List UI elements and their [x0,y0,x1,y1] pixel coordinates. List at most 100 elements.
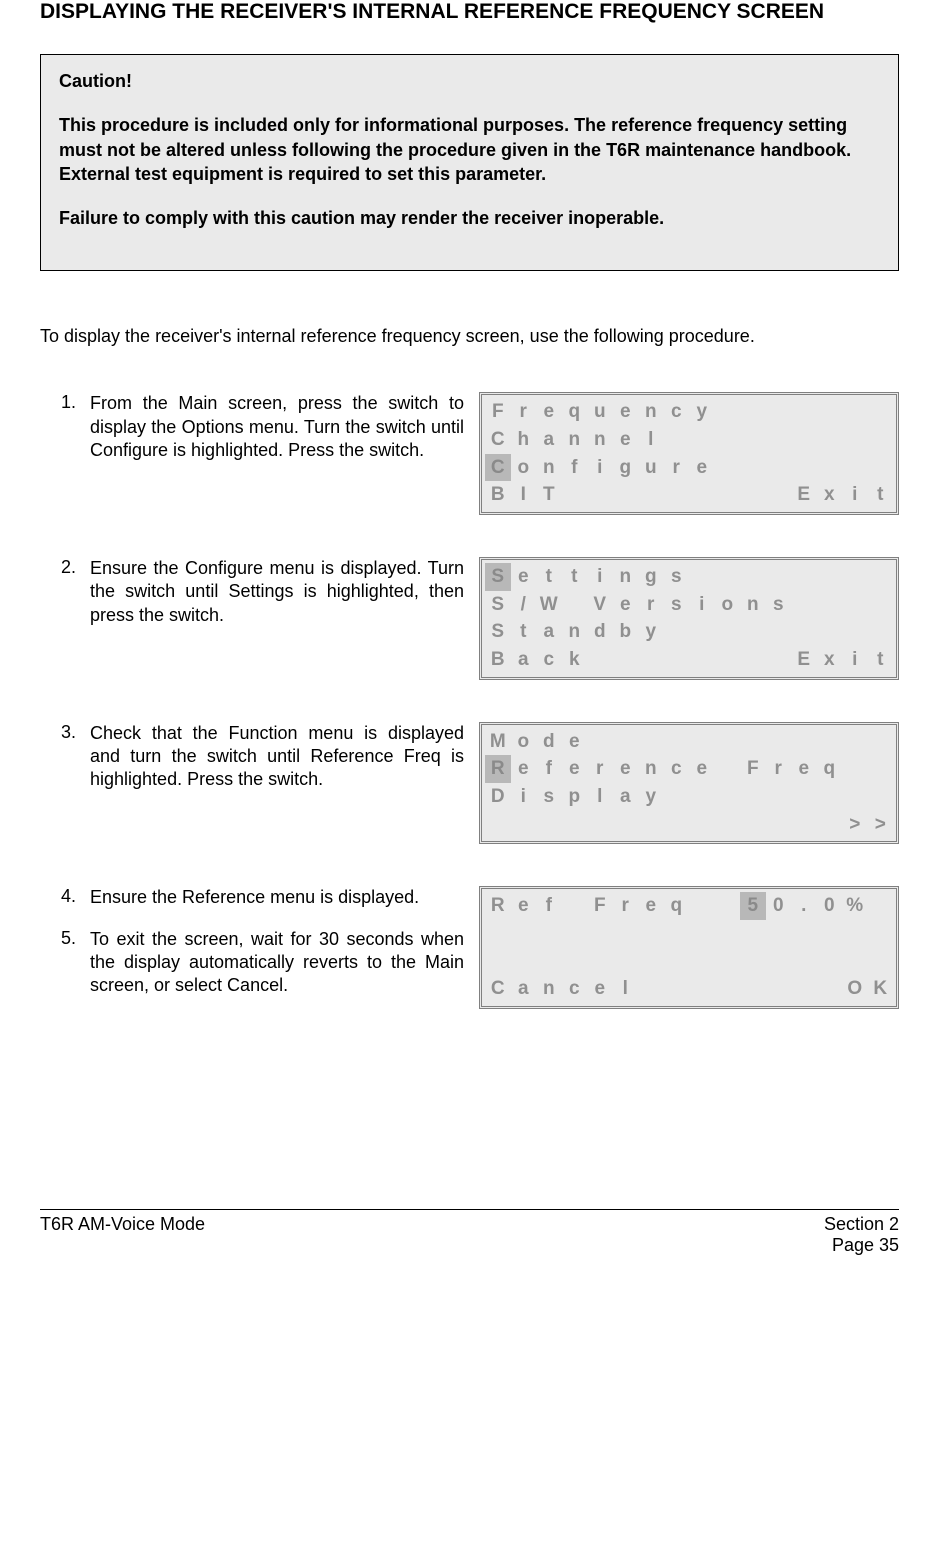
lcd-cell [562,947,588,975]
lcd-cell: > [842,811,868,839]
lcd-cell [715,783,741,811]
lcd-cell: s [766,591,792,619]
lcd-cell [791,811,817,839]
lcd-cell: f [536,755,562,783]
lcd-cell [740,481,766,509]
lcd-cell: e [689,755,715,783]
lcd-cell [664,426,690,454]
lcd-cell: B [485,646,511,674]
lcd-cell [791,591,817,619]
lcd-cell [791,618,817,646]
lcd-cell [868,783,894,811]
lcd-cell: o [511,728,537,756]
lcd-cell [791,398,817,426]
lcd-cell: f [562,454,588,482]
lcd-cell: e [536,398,562,426]
lcd-cell [485,920,511,948]
step-3: 3. Check that the Function menu is displ… [54,722,899,845]
lcd-cell: o [511,454,537,482]
lcd-cell: f [536,892,562,920]
lcd-cell: O [842,975,868,1003]
lcd-cell [587,481,613,509]
lcd-cell [715,481,741,509]
step-number: 4. [54,886,76,909]
lcd-cell [740,398,766,426]
lcd-cell [791,947,817,975]
lcd-cell [740,920,766,948]
lcd-cell [485,947,511,975]
lcd-cell [842,755,868,783]
lcd-cell [536,947,562,975]
lcd-cell: c [664,755,690,783]
lcd-cell: F [485,398,511,426]
lcd-cell: I [511,481,537,509]
step-number: 5. [54,928,76,998]
lcd-cell [562,920,588,948]
lcd-cell: W [536,591,562,619]
lcd-cell: S [485,618,511,646]
lcd-cell [715,728,741,756]
lcd-cell [791,920,817,948]
lcd-cell [817,563,843,591]
lcd-cell: V [587,591,613,619]
lcd-screen-2: Settings S/W Versions Standby Back Exit [479,557,899,680]
lcd-cell [791,426,817,454]
lcd-cell [664,783,690,811]
lcd-cell: r [664,454,690,482]
lcd-cell [791,563,817,591]
lcd-cell: l [587,783,613,811]
lcd-cell [715,426,741,454]
lcd-cell [766,947,792,975]
caution-box: Caution! This procedure is included only… [40,54,899,271]
lcd-cell [638,947,664,975]
lcd-cell: u [587,398,613,426]
lcd-cell [868,398,894,426]
lcd-cell [715,947,741,975]
lcd-row: Cancel OK [485,975,893,1003]
lcd-cell: d [587,618,613,646]
lcd-cell: 0 [766,892,792,920]
lcd-cell [511,947,537,975]
lcd-cell [842,920,868,948]
lcd-cell: t [562,563,588,591]
lcd-cell [868,426,894,454]
lcd-cell: p [562,783,588,811]
step-text: Ensure the Configure menu is displayed. … [90,557,464,627]
lcd-cell [689,975,715,1003]
lcd-cell: e [511,755,537,783]
lcd-cell: i [842,481,868,509]
lcd-cell: R [485,755,511,783]
page-title: DISPLAYING THE RECEIVER'S INTERNAL REFER… [40,0,899,24]
lcd-cell: e [562,755,588,783]
lcd-cell [536,811,562,839]
lcd-cell: a [536,618,562,646]
lcd-cell: q [562,398,588,426]
lcd-cell [536,920,562,948]
lcd-cell: e [562,728,588,756]
step-text: Ensure the Reference menu is displayed. [90,886,419,909]
lcd-cell: o [715,591,741,619]
lcd-cell [638,646,664,674]
lcd-cell: t [868,646,894,674]
lcd-row: Ref Freq 50.0% [485,892,893,920]
lcd-cell: S [485,591,511,619]
lcd-cell: e [791,755,817,783]
lcd-cell: M [485,728,511,756]
lcd-cell [715,618,741,646]
lcd-cell: g [638,563,664,591]
lcd-cell: e [613,426,639,454]
lcd-cell: x [817,481,843,509]
lcd-cell [715,811,741,839]
lcd-cell [664,646,690,674]
lcd-cell: s [536,783,562,811]
lcd-cell: e [689,454,715,482]
lcd-row: Mode [485,728,893,756]
lcd-cell [664,811,690,839]
lcd-cell: n [536,454,562,482]
lcd-cell: E [791,481,817,509]
lcd-cell [868,563,894,591]
lcd-cell [740,426,766,454]
lcd-cell: b [613,618,639,646]
lcd-cell [766,728,792,756]
lcd-cell: k [562,646,588,674]
